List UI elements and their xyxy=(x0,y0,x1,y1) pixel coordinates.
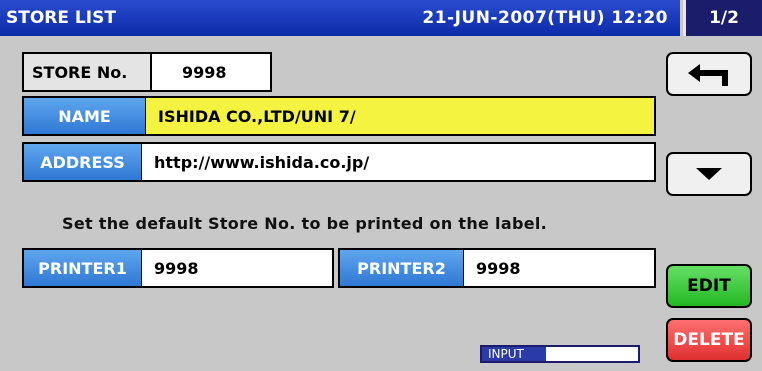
store-no-field[interactable]: STORE No. 9998 xyxy=(22,52,272,92)
name-value[interactable]: ISHIDA CO.,LTD/UNI 7/ xyxy=(146,98,654,134)
page-title: STORE LIST xyxy=(6,8,116,28)
edit-button[interactable]: EDIT xyxy=(666,264,752,308)
store-list-screen: STORE LIST 21-JUN-2007(THU) 12:20 1/2 ST… xyxy=(0,0,762,371)
triangle-down-icon xyxy=(696,168,722,180)
hint-text: Set the default Store No. to be printed … xyxy=(62,214,548,233)
printer1-field[interactable]: PRINTER1 9998 xyxy=(22,248,334,288)
name-field[interactable]: NAME ISHIDA CO.,LTD/UNI 7/ xyxy=(22,96,656,136)
input-indicator: INPUT xyxy=(480,345,640,363)
address-label: ADDRESS xyxy=(24,144,142,180)
page-indicator: 1/2 xyxy=(683,0,762,36)
datetime-display: 21-JUN-2007(THU) 12:20 xyxy=(422,8,668,28)
store-no-value[interactable]: 9998 xyxy=(152,54,270,90)
printer2-label: PRINTER2 xyxy=(340,250,464,286)
address-field[interactable]: ADDRESS http://www.ishida.co.jp/ xyxy=(22,142,656,182)
printer2-field[interactable]: PRINTER2 9998 xyxy=(338,248,656,288)
printer1-value[interactable]: 9998 xyxy=(142,250,332,286)
input-indicator-label: INPUT xyxy=(482,347,546,361)
store-no-label: STORE No. xyxy=(24,54,152,90)
title-bar: STORE LIST 21-JUN-2007(THU) 12:20 xyxy=(0,0,680,36)
scroll-down-button[interactable] xyxy=(666,152,752,196)
printer1-label: PRINTER1 xyxy=(24,250,142,286)
name-label: NAME xyxy=(24,98,146,134)
address-value[interactable]: http://www.ishida.co.jp/ xyxy=(142,144,654,180)
back-button[interactable] xyxy=(666,52,752,96)
return-arrow-icon xyxy=(688,64,728,86)
delete-button[interactable]: DELETE xyxy=(666,318,752,362)
printer2-value[interactable]: 9998 xyxy=(464,250,654,286)
